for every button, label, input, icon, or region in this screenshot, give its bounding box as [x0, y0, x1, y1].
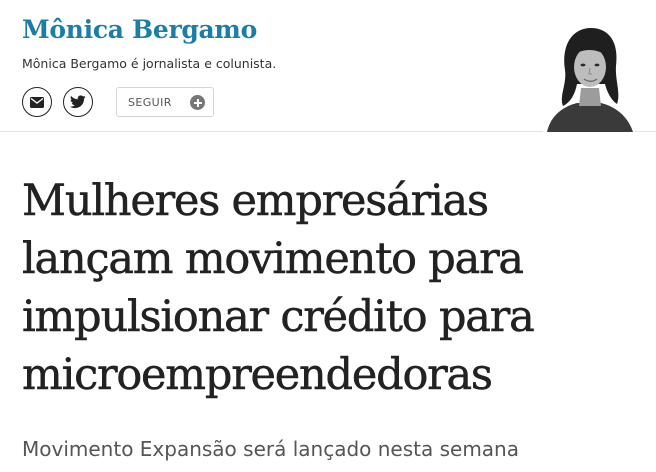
columnist-photo: [543, 22, 635, 132]
article-subtitle: Movimento Expansão será lançado nesta se…: [22, 437, 519, 461]
twitter-button[interactable]: [63, 87, 93, 117]
columnist-header: Mônica Bergamo Mônica Bergamo é jornalis…: [0, 0, 656, 132]
article-headline: Mulheres empresárias lançam movimento pa…: [22, 176, 535, 401]
envelope-icon: [30, 96, 44, 108]
twitter-bird-icon: [70, 95, 86, 109]
social-actions: SEGUIR: [22, 86, 214, 118]
avatar: [543, 22, 635, 132]
plus-circle-icon: [190, 95, 205, 110]
email-button[interactable]: [22, 87, 52, 117]
follow-label: SEGUIR: [128, 95, 172, 109]
columnist-name[interactable]: Mônica Bergamo: [22, 14, 257, 46]
follow-button[interactable]: SEGUIR: [116, 87, 214, 117]
columnist-bio: Mônica Bergamo é jornalista e colunista.: [22, 56, 277, 71]
